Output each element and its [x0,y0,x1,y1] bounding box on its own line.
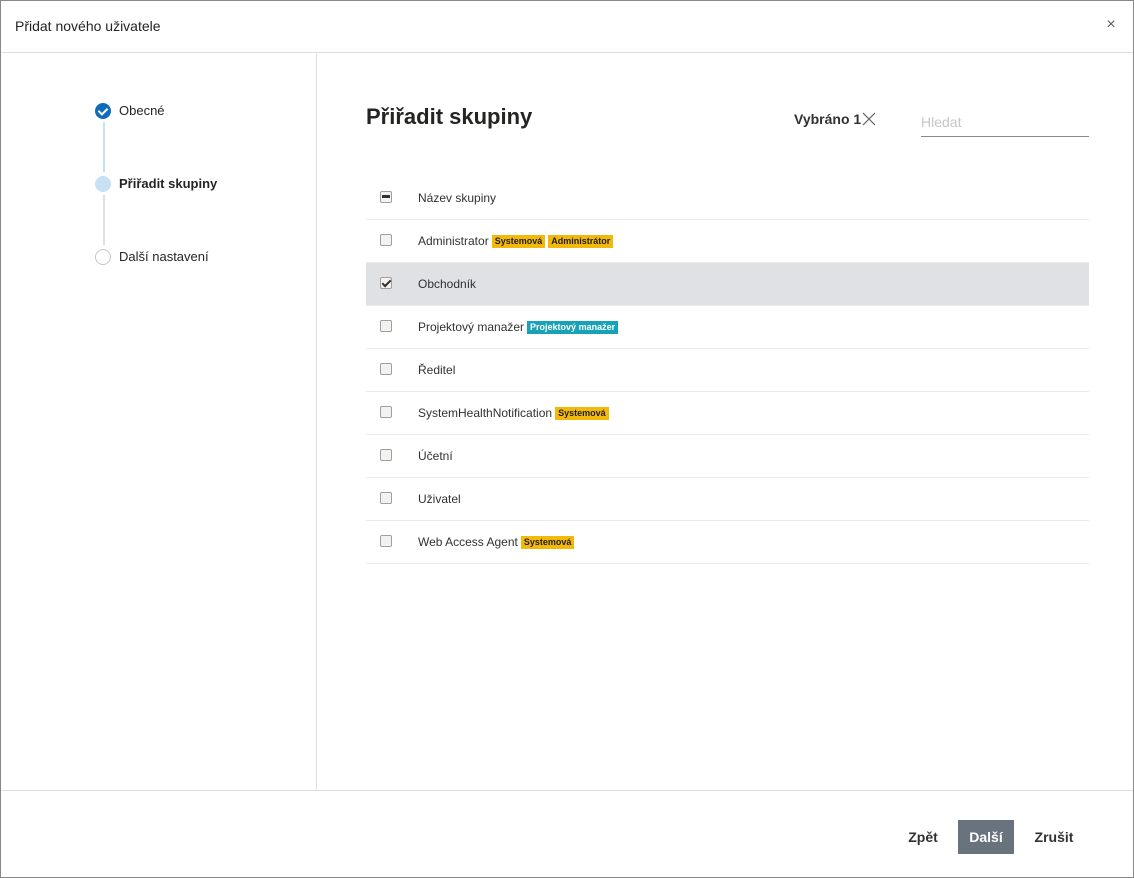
group-name: Účetní [418,449,453,463]
search-input[interactable] [921,107,1089,137]
group-name-cell: Projektový manažer Projektový manažer [418,320,619,334]
table-row[interactable]: Ředitel [366,349,1089,392]
cancel-button[interactable]: Zrušit [1024,820,1084,854]
table-row[interactable]: SystemHealthNotification Systemová [366,392,1089,435]
dialog-title: Přidat nového uživatele [15,18,161,34]
group-name: Uživatel [418,492,461,506]
group-badge: Systemová [520,536,575,549]
row-checkbox[interactable] [380,535,392,547]
next-button[interactable]: Další [958,820,1014,854]
add-user-dialog: Přidat nového uživatele × Obecné Přiřadi… [0,0,1134,878]
step-connector [103,122,105,172]
step-connector [103,195,105,245]
group-badge: Administrátor [548,235,614,248]
table-header-row: Název skupiny [366,175,1089,220]
group-badge: Systemová [555,407,609,420]
main-panel: Přiřadit skupiny Vybráno 1 Název skupiny… [318,54,1133,790]
row-checkbox[interactable] [380,363,392,375]
group-name-cell: Účetní [418,449,453,463]
back-button[interactable]: Zpět [897,820,949,854]
check-circle-icon [95,103,111,119]
group-badge: Projektový manažer [527,321,619,334]
group-name-cell: Ředitel [418,363,455,377]
group-name-cell: Web Access Agent Systemová [418,535,575,549]
selected-count: Vybráno 1 [794,111,862,127]
group-name-cell: SystemHealthNotification Systemová [418,406,609,420]
table-row[interactable]: Administrator Systemová Administrátor [366,220,1089,263]
select-all-checkbox[interactable] [380,191,392,203]
group-name-cell: Administrator Systemová Administrátor [418,234,614,248]
wizard-steps-sidebar: Obecné Přiřadit skupiny Další nastavení [1,54,317,790]
group-name: Web Access Agent [418,535,518,549]
table-row[interactable]: Účetní [366,435,1089,478]
step-label: Další nastavení [119,249,209,264]
page-title: Přiřadit skupiny [366,104,533,129]
group-badge: Systemová [491,235,546,248]
dialog-footer: Zpět Další Zrušit [1,790,1133,878]
row-checkbox[interactable] [380,234,392,246]
close-icon[interactable] [861,111,877,127]
step-label: Obecné [119,103,165,118]
dialog-header: Přidat nového uživatele × [1,1,1133,53]
group-name-cell: Obchodník [418,277,476,291]
step-label: Přiřadit skupiny [119,176,218,191]
group-name: Administrator [418,234,489,248]
group-name-cell: Uživatel [418,492,461,506]
group-name: Ředitel [418,363,456,377]
close-icon[interactable]: × [1101,15,1121,35]
empty-circle-icon [95,249,111,265]
row-checkbox[interactable] [380,320,392,332]
table-row[interactable]: Uživatel [366,478,1089,521]
groups-table: Název skupiny Administrator Systemová Admi… [366,175,1089,564]
table-row[interactable]: Projektový manažer Projektový manažer [366,306,1089,349]
row-checkbox[interactable] [380,277,392,289]
table-row[interactable]: Obchodník [366,263,1089,306]
row-checkbox[interactable] [380,406,392,418]
current-step-icon [95,176,111,192]
group-name: Obchodník [418,277,477,291]
group-name: Projektový manažer [418,320,525,334]
row-checkbox[interactable] [380,449,392,461]
table-row[interactable]: Web Access Agent Systemová [366,521,1089,564]
group-name: SystemHealthNotification [418,406,553,420]
column-header-group-name: Název skupiny [418,191,497,205]
row-checkbox[interactable] [380,492,392,504]
